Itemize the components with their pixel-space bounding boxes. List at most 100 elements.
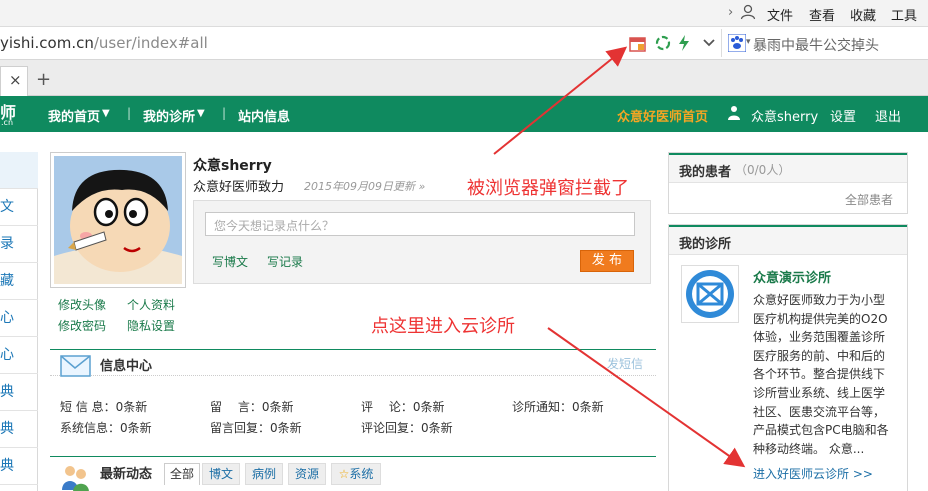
annotation-popup-blocked: 被浏览器弹窗拦截了: [467, 178, 629, 199]
change-password-link[interactable]: 修改密码: [58, 317, 106, 334]
menu-favorites[interactable]: 收藏: [850, 5, 876, 24]
annotation-click-here: 点这里进入云诊所: [371, 316, 515, 337]
edit-avatar-link[interactable]: 修改头像: [58, 296, 106, 313]
star-icon: ☆: [338, 467, 350, 481]
info-center-header: 信息中心 发短信: [50, 350, 656, 377]
info-message-reply-count[interactable]: 留言回复：0条新: [210, 419, 302, 436]
clinic-panel: 我的诊所 众意演示诊所 众意好医师致力于为小型医疗机构提供完美的O2O体验，业务…: [668, 224, 908, 491]
left-sidebar: 文 录 藏 心 心 典 典 典: [0, 152, 38, 491]
new-tab-button[interactable]: +: [36, 69, 51, 90]
search-input[interactable]: 暴雨中最牛公交掉头: [753, 35, 879, 55]
info-system-count[interactable]: 系统信息：0条新: [60, 419, 152, 436]
send-sms-link[interactable]: 发短信: [607, 355, 643, 372]
clinic-envelope-icon: [686, 270, 734, 318]
sidebar-item[interactable]: 典: [0, 374, 38, 411]
clinic-description: 众意好医师致力于为小型医疗机构提供完美的O2O体验，业务范围覆盖诊所医疗服务的前…: [753, 293, 889, 455]
chevron-down-icon[interactable]: [702, 37, 716, 49]
tab-blog[interactable]: 博文: [202, 463, 240, 485]
info-comment-count[interactable]: 评 论：0条新: [361, 398, 444, 415]
info-sms-count[interactable]: 短 信 息：0条新: [60, 398, 147, 415]
lightning-icon[interactable]: [677, 34, 691, 52]
address-bar[interactable]: yishi.com.cn/user/index#all ▾ 暴雨中最牛公交掉头: [0, 26, 928, 60]
menu-tools[interactable]: 工具: [891, 5, 917, 24]
close-tab-icon[interactable]: ×: [9, 71, 22, 89]
tab-blog-label: 博文: [208, 467, 233, 481]
status-input[interactable]: 您今天想记录点什么？: [205, 212, 635, 236]
nav-username[interactable]: 众意sherry: [751, 106, 818, 125]
info-clinic-notice-count[interactable]: 诊所通知：0条新: [512, 398, 604, 415]
status-placeholder: 您今天想记录点什么？: [214, 219, 335, 233]
patients-title: 我的患者: [679, 165, 732, 180]
tab-bar: × +: [0, 60, 928, 96]
chevron-right-icon[interactable]: ›: [728, 5, 733, 20]
news-feed: 最新动态 全部 博文 病例 资源 ☆系统: [50, 456, 656, 491]
search-engine-dropdown-icon[interactable]: ▾: [746, 37, 751, 47]
news-title: 最新动态: [100, 467, 153, 482]
write-record-link[interactable]: 写记录: [267, 253, 303, 270]
patients-panel: 我的患者 （0/0人） 全部患者: [668, 152, 908, 214]
profile-updated[interactable]: 2015年09月09日更新 »: [304, 178, 425, 194]
sidebar-item[interactable]: 典: [0, 448, 38, 485]
info-center-title: 信息中心: [100, 359, 153, 374]
user-icon: [728, 106, 740, 120]
nav-my-clinic[interactable]: 我的诊所: [143, 106, 195, 125]
nav-separator: |: [222, 106, 227, 120]
privacy-settings-link[interactable]: 隐私设置: [127, 317, 175, 334]
baidu-paw-icon[interactable]: [728, 34, 746, 52]
avatar[interactable]: [50, 152, 186, 288]
info-message-count[interactable]: 留 言：0条新: [210, 398, 293, 415]
sidebar-item[interactable]: 典: [0, 411, 38, 448]
site-nav: 师 .cn 我的首页 ▼ | 我的诊所 ▼ | 站内信息 众意好医师首页 众意s…: [0, 96, 928, 132]
url-host: yishi.com.cn: [0, 34, 94, 52]
logo-domain: .cn: [1, 118, 14, 127]
chevron-down-icon[interactable]: ▼: [102, 108, 110, 119]
profile-title: 众意好医师致力: [193, 180, 285, 195]
sidebar-item[interactable]: 心: [0, 300, 38, 337]
sidebar-item[interactable]: 文: [0, 189, 38, 226]
browser-menubar: › 文件 查看 收藏 工具: [0, 0, 928, 26]
menu-view[interactable]: 查看: [809, 5, 835, 24]
sidebar-item[interactable]: 心: [0, 337, 38, 374]
tab-resources-label: 资源: [294, 467, 319, 481]
sidebar-item[interactable]: [0, 152, 38, 189]
menu-file[interactable]: 文件: [767, 5, 793, 24]
tab-all-label: 全部: [169, 467, 194, 481]
enter-cloud-clinic-link[interactable]: 进入好医师云诊所 >>: [753, 465, 873, 482]
mail-icon: [60, 355, 91, 377]
browser-tab[interactable]: ×: [0, 66, 28, 96]
publish-button[interactable]: 发 布: [580, 250, 634, 272]
tab-all[interactable]: 全部: [164, 463, 200, 485]
all-patients-link[interactable]: 全部患者: [845, 191, 893, 208]
tab-resources[interactable]: 资源: [288, 463, 326, 485]
nav-doctor-home[interactable]: 众意好医师首页: [617, 106, 708, 125]
nav-my-home[interactable]: 我的首页: [48, 106, 100, 125]
url-path: /user/index#all: [93, 34, 208, 52]
user-icon[interactable]: [740, 4, 756, 20]
sidebar-item[interactable]: 录: [0, 226, 38, 263]
recycle-icon[interactable]: [655, 35, 671, 51]
clinic-panel-header: 我的诊所: [669, 225, 907, 255]
users-icon: [62, 466, 89, 491]
avatar-image: [54, 156, 182, 284]
clinic-name[interactable]: 众意演示诊所: [753, 267, 831, 286]
write-article-link[interactable]: 写博文: [212, 253, 248, 270]
url-text[interactable]: yishi.com.cn/user/index#all: [0, 34, 208, 52]
divider: [721, 29, 722, 57]
status-box: 您今天想记录点什么？ 写博文 写记录 发 布: [193, 200, 651, 284]
nav-settings[interactable]: 设置: [830, 106, 856, 125]
profile-name[interactable]: 众意sherry: [193, 155, 272, 175]
nav-site-messages[interactable]: 站内信息: [238, 106, 290, 125]
chevron-down-icon[interactable]: ▼: [197, 108, 205, 119]
sidebar-item[interactable]: 藏: [0, 263, 38, 300]
popup-blocked-icon[interactable]: [629, 35, 647, 53]
tab-cases[interactable]: 病例: [245, 463, 283, 485]
info-comment-reply-count[interactable]: 评论回复：0条新: [361, 419, 453, 436]
nav-logout[interactable]: 退出: [875, 106, 901, 125]
nav-separator: |: [127, 106, 132, 120]
info-center: 信息中心 发短信 短 信 息：0条新 留 言：0条新 评 论：0条新 诊所通知：…: [50, 349, 656, 447]
clinic-logo[interactable]: [681, 265, 739, 323]
patients-panel-header: 我的患者 （0/0人）: [669, 153, 907, 183]
tab-system[interactable]: ☆系统: [331, 463, 381, 485]
page: › 文件 查看 收藏 工具 yishi.com.cn/user/index#al…: [0, 0, 928, 491]
profile-info-link[interactable]: 个人资料: [127, 296, 175, 313]
